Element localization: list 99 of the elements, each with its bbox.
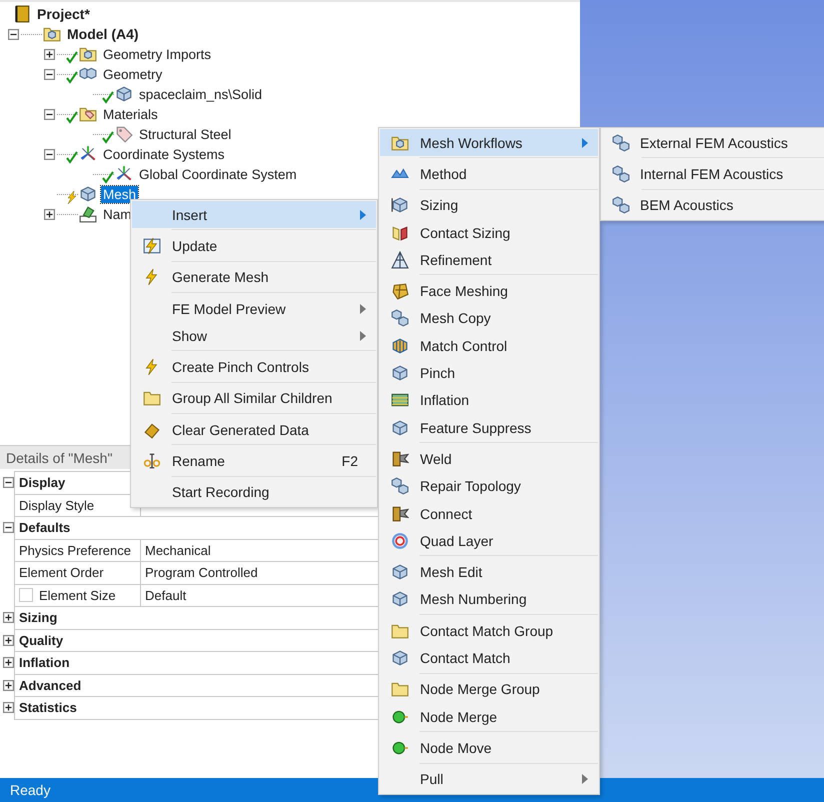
- weld-icon: [391, 450, 409, 468]
- cube-icon: [391, 364, 409, 382]
- menu-item[interactable]: Rename F2: [132, 447, 376, 475]
- expand-icon[interactable]: [3, 612, 14, 624]
- menu-item[interactable]: Internal FEM Acoustics: [602, 160, 824, 188]
- cubes-icon: [612, 196, 630, 214]
- menu-item[interactable]: Group All Similar Children: [132, 384, 376, 412]
- axes-icon: [79, 145, 97, 163]
- menu-item[interactable]: Connect: [380, 500, 598, 528]
- tree-item[interactable]: Geometry Imports: [101, 46, 214, 62]
- menu-item[interactable]: BEM Acoustics: [602, 192, 824, 219]
- menu-item[interactable]: Feature Suppress: [380, 414, 598, 442]
- collapse-icon[interactable]: [44, 148, 55, 160]
- checkbox[interactable]: [19, 588, 33, 602]
- ring-icon: [391, 532, 409, 550]
- menu-item[interactable]: Weld: [380, 445, 598, 473]
- property-name: Physics Preference: [19, 542, 131, 558]
- menu-item[interactable]: Mesh Workflows: [380, 129, 598, 156]
- menu-item[interactable]: Method: [380, 160, 598, 188]
- sized-cube-icon: [391, 196, 409, 214]
- property-name: Display Style: [19, 498, 94, 513]
- tree-item[interactable]: Geometry: [101, 66, 164, 82]
- cubes-icon: [391, 477, 409, 496]
- menu-item[interactable]: Match Control: [380, 332, 598, 360]
- tree-item[interactable]: Project*: [35, 5, 92, 23]
- triangle-icon: [391, 250, 409, 269]
- cubes-icon: [612, 164, 630, 183]
- expand-icon[interactable]: [44, 48, 55, 60]
- cube-icon: [391, 648, 409, 667]
- mesh-face-icon: [391, 282, 409, 300]
- cube-icon: [115, 85, 133, 103]
- text-cursor-icon: [143, 452, 161, 470]
- menu-item[interactable]: Mesh Edit: [380, 558, 598, 586]
- folder-icon: [391, 680, 409, 698]
- cube-icon: [391, 418, 409, 437]
- menu-item[interactable]: Generate Mesh: [132, 264, 376, 291]
- menu-item[interactable]: Contact Sizing: [380, 218, 598, 246]
- menu-item[interactable]: Node Merge Group: [380, 676, 598, 703]
- tree-item[interactable]: Mesh: [101, 186, 138, 202]
- cubes-icon: [612, 134, 630, 152]
- menu-item[interactable]: Node Merge: [380, 702, 598, 730]
- menu-item[interactable]: Pull: [380, 766, 598, 793]
- weld-icon: [391, 504, 409, 522]
- menu-item[interactable]: Clear Generated Data: [132, 416, 376, 444]
- property-name: Element Size: [39, 588, 116, 603]
- axes-icon: [115, 165, 133, 183]
- menu-item[interactable]: Contact Match Group: [380, 617, 598, 644]
- menu-item[interactable]: Mesh Copy: [380, 304, 598, 332]
- selection-icon: [79, 205, 97, 223]
- menu-item[interactable]: Face Meshing: [380, 277, 598, 305]
- expand-icon[interactable]: [44, 208, 55, 220]
- menu-item[interactable]: Mesh Numbering: [380, 586, 598, 614]
- tree-item[interactable]: Model (A4): [65, 25, 141, 43]
- folder-icon: [143, 389, 161, 408]
- cube-icon: [391, 590, 409, 608]
- collapse-icon[interactable]: [44, 108, 55, 120]
- tree-item[interactable]: spaceclaim_ns\Solid: [137, 86, 264, 102]
- folder-cube-icon: [43, 25, 61, 43]
- menu-item[interactable]: Sizing: [380, 192, 598, 219]
- lightning-chart-icon: [143, 236, 161, 255]
- menu-item[interactable]: Start Recording: [132, 478, 376, 506]
- property-name: Element Order: [19, 565, 104, 580]
- menu-item[interactable]: FE Model Preview: [132, 294, 376, 322]
- cubes-icon: [391, 309, 409, 328]
- status-text: Ready: [10, 782, 50, 798]
- collapse-icon[interactable]: [8, 28, 19, 40]
- menu-item[interactable]: Node Move: [380, 734, 598, 762]
- collapse-icon[interactable]: [3, 522, 14, 534]
- contact-icon: [391, 224, 409, 242]
- menu-item[interactable]: Pinch: [380, 359, 598, 387]
- cube-icon: [391, 563, 409, 582]
- collapse-icon[interactable]: [44, 68, 55, 80]
- tree-item[interactable]: Global Coordinate System: [137, 166, 299, 182]
- cube-icon: [79, 185, 97, 203]
- book-icon: [13, 5, 31, 23]
- tree-item[interactable]: Structural Steel: [137, 126, 234, 142]
- menu-item[interactable]: Contact Match: [380, 644, 598, 672]
- menu-item[interactable]: Create Pinch Controls: [132, 353, 376, 381]
- tag-icon: [115, 125, 133, 143]
- shortcut-text: F2: [342, 453, 358, 470]
- striped-cube-icon: [391, 336, 409, 355]
- expand-icon[interactable]: [3, 680, 14, 691]
- tree-item[interactable]: Nam: [101, 206, 134, 222]
- folder-tag-icon: [79, 105, 97, 123]
- menu-item[interactable]: Update: [132, 232, 376, 260]
- menu-item[interactable]: Insert: [132, 201, 376, 228]
- menu-item[interactable]: Show: [132, 322, 376, 350]
- menu-item[interactable]: Quad Layer: [380, 527, 598, 554]
- folder-cube-icon: [79, 45, 97, 63]
- menu-item[interactable]: Inflation: [380, 386, 598, 414]
- expand-icon[interactable]: [3, 702, 14, 714]
- expand-icon[interactable]: [3, 634, 14, 646]
- menu-item[interactable]: Refinement: [380, 246, 598, 274]
- menu-item[interactable]: External FEM Acoustics: [602, 129, 824, 156]
- collapse-icon[interactable]: [3, 477, 14, 488]
- menu-item[interactable]: Repair Topology: [380, 472, 598, 500]
- expand-icon[interactable]: [3, 657, 14, 668]
- tree-item[interactable]: Materials: [101, 106, 160, 122]
- tree-item[interactable]: Coordinate Systems: [101, 146, 227, 162]
